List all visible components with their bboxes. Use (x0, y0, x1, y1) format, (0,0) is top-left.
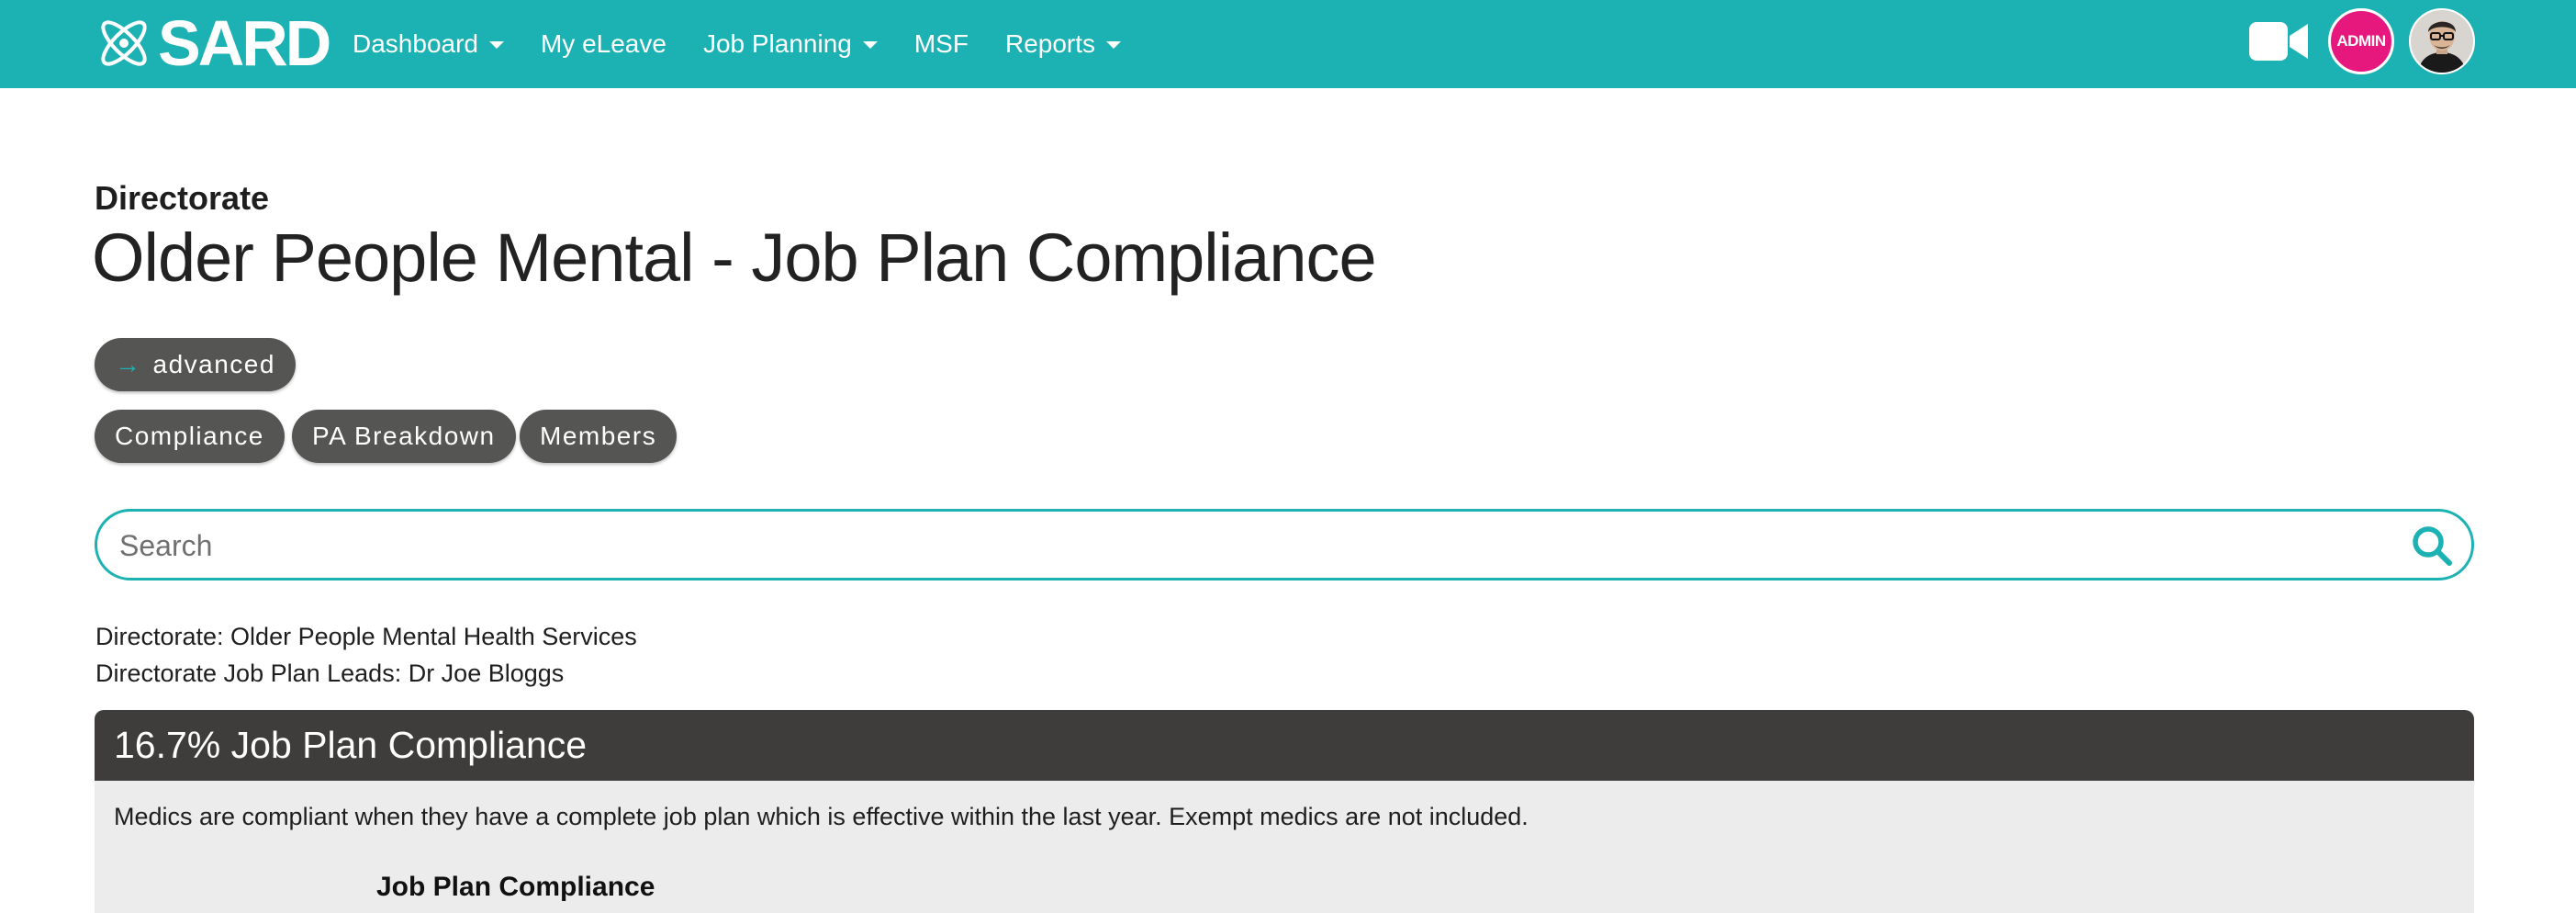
nav-dashboard-label: Dashboard (353, 29, 478, 58)
compliance-chart-title: Job Plan Compliance (376, 872, 655, 902)
directorate-leads-info: Directorate Job Plan Leads: Dr Joe Blogg… (95, 659, 565, 687)
compliance-description: Medics are compliant when they have a co… (114, 803, 1529, 830)
page-eyebrow: Directorate (95, 179, 270, 217)
tab-pa-breakdown-label: PA Breakdown (312, 422, 496, 450)
nav-job-planning[interactable]: Job Planning (703, 0, 878, 88)
brand-logo-link[interactable]: SARD (94, 7, 331, 79)
atom-logo-icon (101, 20, 147, 66)
advanced-button[interactable]: → advanced (95, 338, 296, 391)
compliance-card-header: 16.7% Job Plan Compliance (95, 710, 2474, 781)
compliance-card-body: Medics are compliant when they have a co… (95, 781, 2474, 913)
nav-msf-label: MSF (913, 29, 969, 58)
tab-compliance-label: Compliance (115, 422, 264, 450)
search-input[interactable] (118, 521, 2389, 570)
user-avatar[interactable] (2409, 8, 2475, 74)
video-camera-icon[interactable] (2249, 20, 2308, 62)
admin-badge[interactable]: ADMIN (2328, 8, 2394, 74)
admin-badge-label: ADMIN (2336, 32, 2386, 50)
tab-members-label: Members (540, 422, 657, 450)
advanced-button-label: advanced (152, 350, 275, 378)
tab-compliance[interactable]: Compliance (95, 410, 285, 463)
nav-my-eleave[interactable]: My eLeave (541, 0, 666, 88)
top-navbar: SARD Dashboard My eLeave Job Planning MS… (0, 0, 2576, 88)
nav-reports[interactable]: Reports (1004, 0, 1122, 88)
directorate-info: Directorate: Older People Mental Health … (95, 623, 637, 650)
tab-pa-breakdown[interactable]: PA Breakdown (292, 410, 516, 463)
page-title: Older People Mental - Job Plan Complianc… (92, 220, 1377, 296)
nav-msf[interactable]: MSF (914, 0, 969, 88)
brand-name: SARD (158, 7, 331, 79)
caret-down-icon (1106, 41, 1122, 49)
main-menu: Dashboard My eLeave Job Planning MSF Rep… (353, 0, 1158, 88)
arrow-right-icon: → (115, 350, 142, 378)
search-icon[interactable] (2411, 524, 2453, 567)
caret-down-icon (488, 41, 504, 49)
tab-members[interactable]: Members (520, 410, 678, 463)
caret-down-icon (862, 41, 878, 49)
nav-job-planning-label: Job Planning (702, 29, 852, 58)
nav-reports-label: Reports (1004, 29, 1096, 58)
nav-my-eleave-label: My eLeave (540, 29, 666, 58)
search-bar (95, 509, 2474, 580)
user-photo (2411, 10, 2473, 73)
nav-dashboard[interactable]: Dashboard (353, 0, 504, 88)
